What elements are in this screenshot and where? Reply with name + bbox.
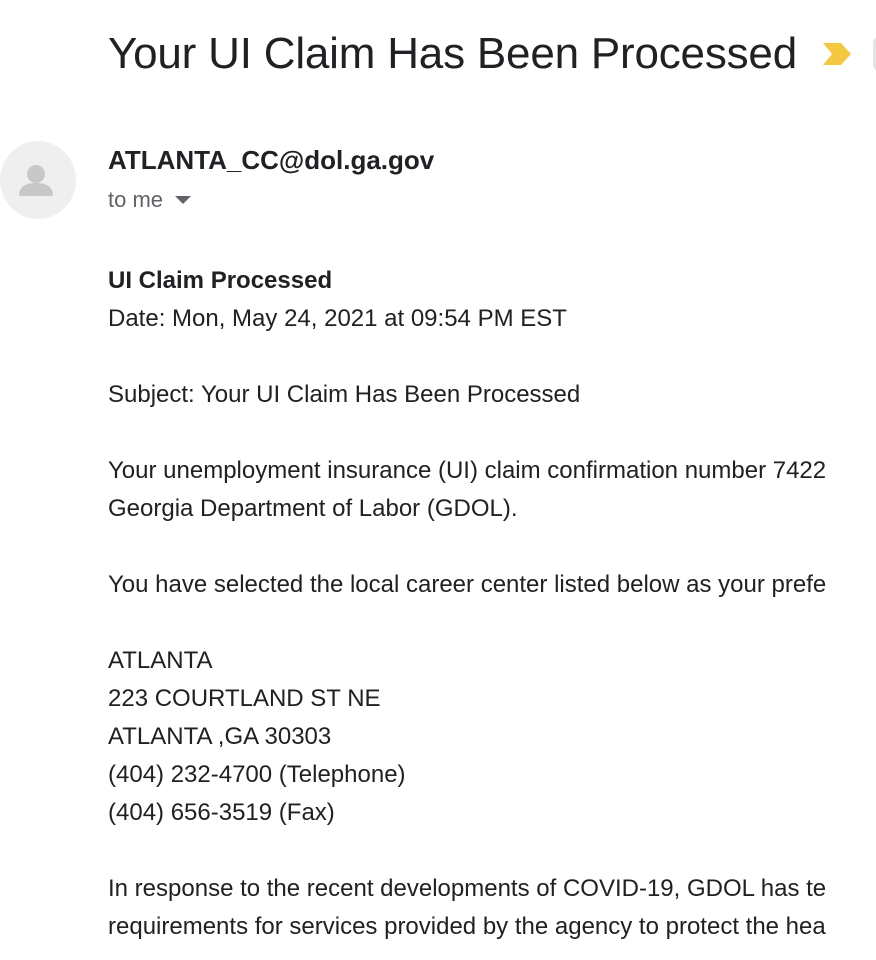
recipient-label: to me: [108, 187, 164, 212]
body-date: Date: Mon, May 24, 2021 at 09:54 PM EST: [108, 305, 567, 332]
recipient-toggle[interactable]: to me: [108, 186, 192, 214]
body-paragraph-3-line-2: requirements for services provided by th…: [108, 913, 826, 940]
body-paragraph-2-line-1: You have selected the local career cente…: [108, 571, 827, 598]
address-street: 223 COURTLAND ST NE: [108, 685, 381, 712]
body-heading: UI Claim Processed: [108, 267, 333, 294]
person-icon: [0, 141, 76, 219]
email-body: UI Claim Processed Date: Mon, May 24, 20…: [108, 262, 876, 946]
sender-address: ATLANTA_CC@dol.ga.gov: [108, 145, 435, 175]
body-paragraph-1-line-1: Your unemployment insurance (UI) claim c…: [108, 457, 827, 484]
address-phone: (404) 232-4700 (Telephone): [108, 761, 406, 788]
email-view: Your UI Claim Has Been Processed In ATLA…: [0, 0, 876, 960]
body-paragraph-1-line-2: Georgia Department of Labor (GDOL).: [108, 495, 518, 522]
body-paragraph-3-line-1: In response to the recent developments o…: [108, 875, 827, 902]
address-fax: (404) 656-3519 (Fax): [108, 799, 335, 826]
address-city: ATLANTA ,GA 30303: [108, 723, 332, 750]
sender-avatar[interactable]: [0, 141, 76, 219]
body-subject: Subject: Your UI Claim Has Been Processe…: [108, 381, 581, 408]
email-subject: Your UI Claim Has Been Processed: [108, 29, 797, 78]
caret-down-icon[interactable]: [175, 196, 192, 204]
address-name: ATLANTA: [108, 647, 213, 674]
subject-header: Your UI Claim Has Been Processed In: [108, 28, 876, 80]
importance-marker-icon[interactable]: [821, 41, 853, 67]
